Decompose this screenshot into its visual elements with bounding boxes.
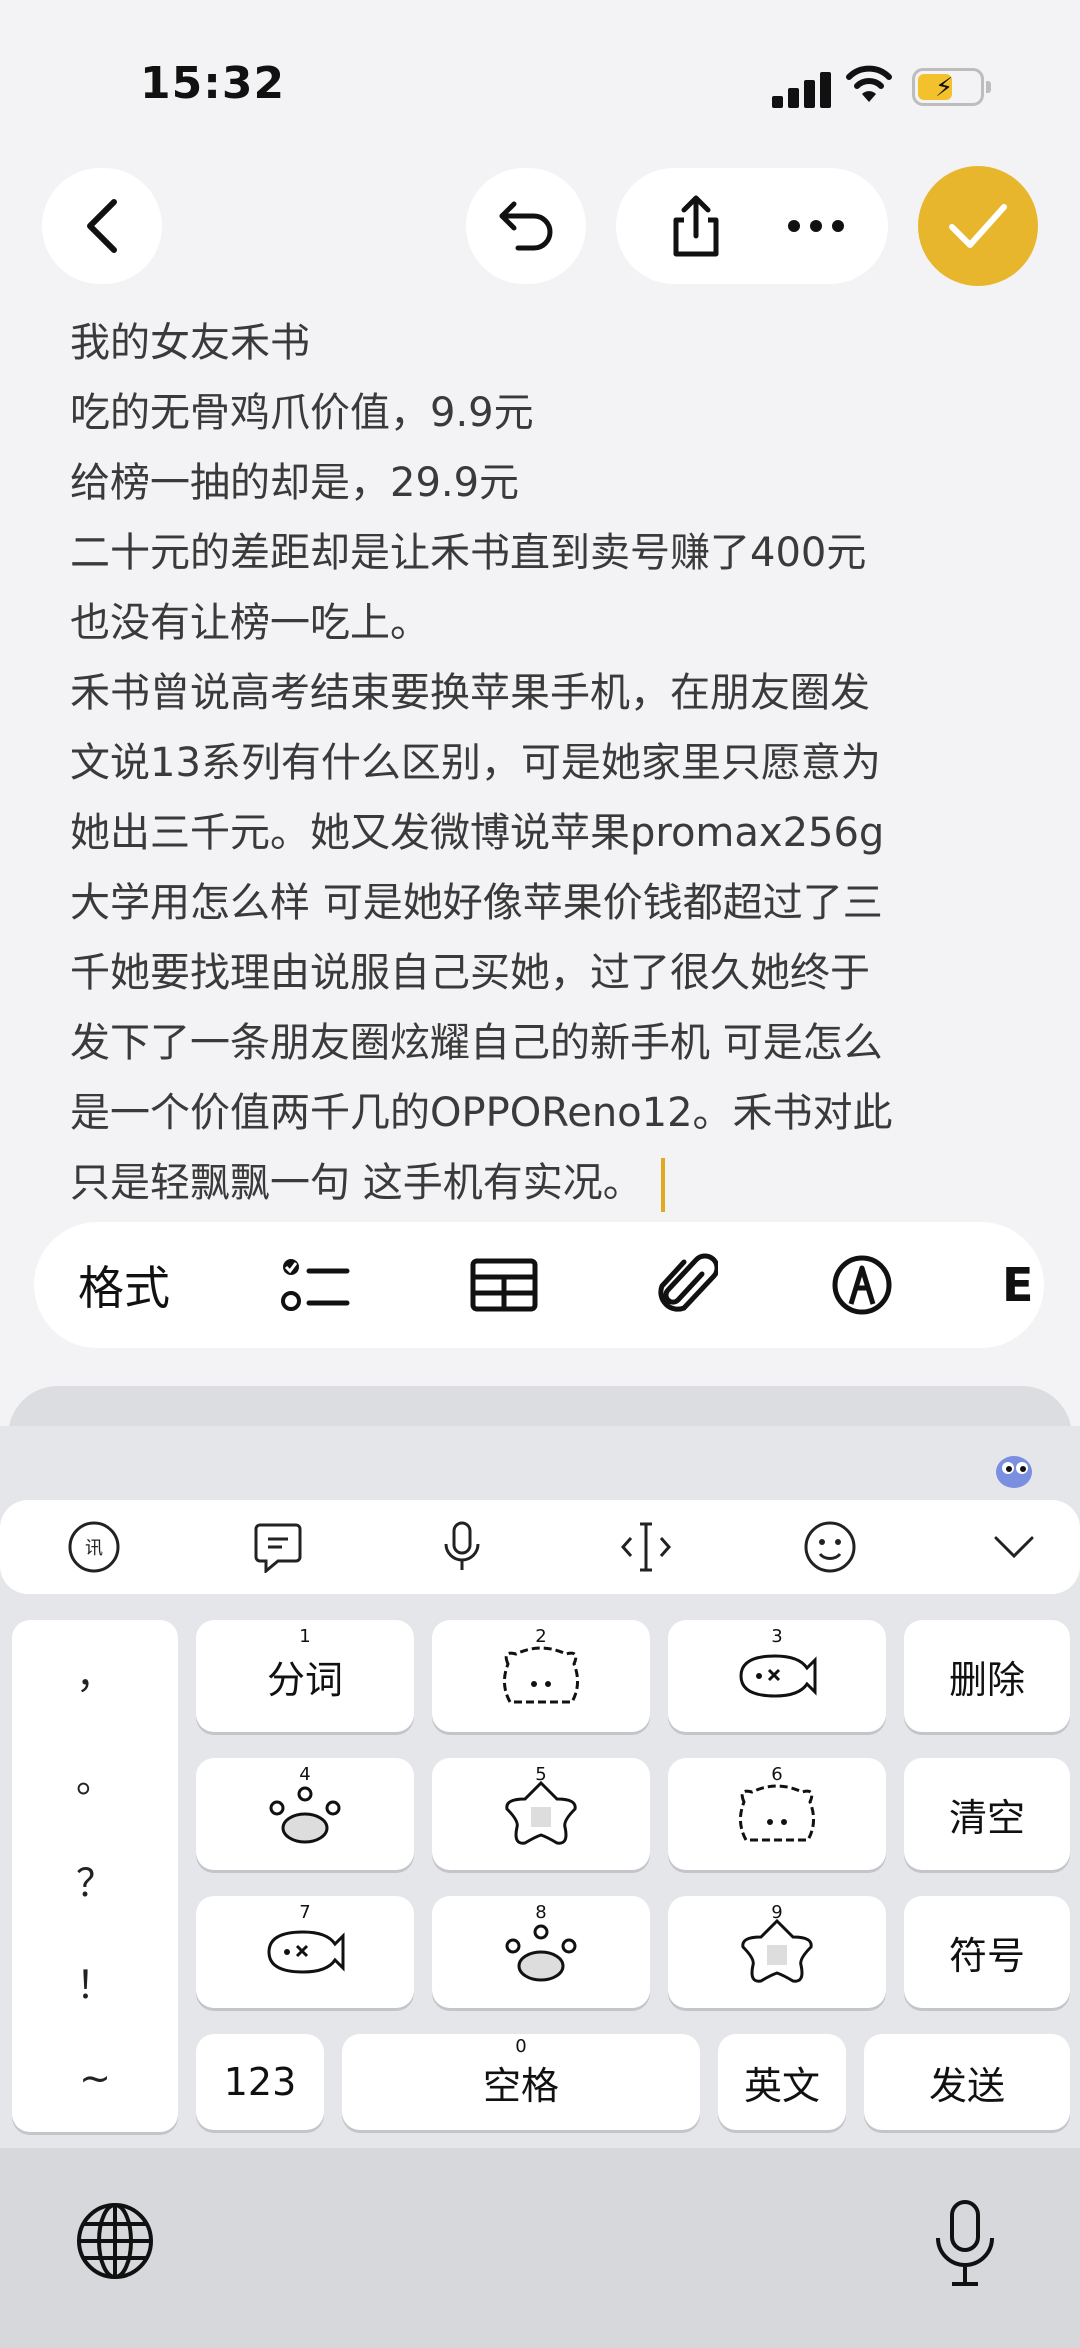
punct-exclaim[interactable]: ！ (12, 1954, 178, 2009)
note-line: 也没有让榜一吃上。 (70, 600, 430, 646)
svg-text:讯: 讯 (85, 1538, 103, 1559)
flower-icon (505, 1780, 577, 1845)
format-toolbar: 格式 E (34, 1222, 1044, 1348)
pen-circle-icon (832, 1255, 892, 1315)
table-icon (470, 1258, 538, 1312)
note-line: 给榜一抽的却是，29.9元 (70, 460, 520, 506)
punct-comma[interactable]: ， (12, 1644, 178, 1699)
text-caret (660, 1158, 665, 1212)
markup-button[interactable] (802, 1222, 922, 1348)
note-line: 吃的无骨鸡爪价值，9.9元 (70, 390, 534, 436)
delete-key[interactable]: 删除 (904, 1620, 1070, 1732)
status-bar: 15:32 ⚡ (0, 0, 1080, 150)
more-button[interactable] (766, 168, 866, 284)
cursor-move-button[interactable] (606, 1500, 686, 1594)
note-line: 文说13系列有什么区别，可是她家里只愿意为 (70, 740, 881, 786)
note-line: 我的女友禾书 (70, 320, 310, 366)
emoji-button[interactable] (790, 1500, 870, 1594)
wifi-icon (846, 65, 892, 102)
microphone-icon (936, 2200, 994, 2286)
checklist-icon (281, 1259, 350, 1311)
note-body[interactable]: 我的女友禾书 吃的无骨鸡爪价值，9.9元 给榜一抽的却是，29.9元 二十元的差… (70, 308, 1030, 1218)
key-fenci[interactable]: 1 分词 (196, 1620, 414, 1732)
undo-icon (499, 201, 553, 251)
flower-icon (741, 1918, 813, 1983)
key-2[interactable]: 2 (432, 1620, 650, 1732)
fish-face-icon (739, 1654, 817, 1698)
hide-keyboard-button[interactable] (974, 1500, 1054, 1594)
checkmark-icon (949, 204, 1007, 248)
note-line: 大学用怎么样 可是她好像苹果价钱都超过了三 (70, 880, 883, 926)
message-icon (254, 1523, 302, 1573)
punct-question[interactable]: ？ (12, 1852, 178, 1907)
battery-icon: ⚡ (912, 68, 991, 106)
space-key[interactable]: 0 空格 (342, 2034, 700, 2130)
share-button[interactable] (646, 168, 746, 284)
english-key[interactable]: 英文 (718, 2034, 846, 2130)
note-line-text: 只是轻飘飘一句 这手机有实况。 (70, 1160, 643, 1206)
keyboard-function-bar: 讯 (0, 1500, 1080, 1594)
key-9[interactable]: 9 (668, 1896, 886, 2008)
note-line: 发下了一条朋友圈炫耀自己的新手机 可是怎么 (70, 1020, 883, 1066)
ifly-logo-icon: 讯 (68, 1521, 120, 1573)
paw-icon (505, 1924, 577, 1982)
share-icon (673, 195, 719, 257)
note-line: 她出三千元。她又发微博说苹果promax256g (70, 810, 885, 856)
more-tools-button[interactable]: E (1002, 1222, 1044, 1348)
note-line: 是一个价值两千几的OPPOReno12。禾书对此 (70, 1090, 893, 1136)
bear-face-icon (739, 1784, 815, 1842)
chevron-down-icon (994, 1536, 1034, 1559)
numbers-key[interactable]: 123 (196, 2034, 324, 2130)
punct-period[interactable]: 。 (12, 1748, 178, 1803)
key-4[interactable]: 4 (196, 1758, 414, 1870)
bear-face-icon (503, 1646, 579, 1704)
globe-button[interactable] (72, 2198, 158, 2284)
status-time: 15:32 (140, 58, 286, 109)
note-line: 禾书曾说高考结束要换苹果手机，在朋友圈发 (70, 670, 870, 716)
attach-button[interactable] (628, 1222, 748, 1348)
key-7[interactable]: 7 (196, 1896, 414, 2008)
ifly-logo-button[interactable]: 讯 (54, 1500, 134, 1594)
globe-icon (77, 2203, 153, 2279)
note-line: 二十元的差距却是让禾书直到卖号赚了400元 (70, 530, 867, 576)
key-3[interactable]: 3 (668, 1620, 886, 1732)
fish-face-icon (267, 1930, 345, 1974)
signal-icon (772, 72, 834, 108)
symbol-key[interactable]: 符号 (904, 1896, 1070, 2008)
back-button[interactable] (42, 168, 162, 284)
format-button[interactable]: 格式 (64, 1222, 184, 1348)
clipboard-button[interactable] (238, 1500, 318, 1594)
keyboard-mascot-icon[interactable] (990, 1448, 1038, 1492)
punctuation-column: ， 。 ？ ！ ~ (12, 1620, 178, 2132)
note-line: 只是轻飘飘一句 这手机有实况。 (70, 1148, 1030, 1218)
note-line: 千她要找理由说服自己买她，过了很久她终于 (70, 950, 870, 996)
smiley-icon (804, 1521, 856, 1573)
dictation-button[interactable] (930, 2198, 1000, 2288)
done-button[interactable] (918, 166, 1038, 286)
more-icon (788, 220, 844, 232)
key-5[interactable]: 5 (432, 1758, 650, 1870)
key-8[interactable]: 8 (432, 1896, 650, 2008)
undo-button[interactable] (466, 168, 586, 284)
keyboard-bottom-bar (0, 2148, 1080, 2348)
paw-icon (269, 1786, 341, 1844)
microphone-icon (444, 1521, 480, 1570)
paperclip-icon (658, 1253, 718, 1312)
chevron-left-icon (87, 199, 117, 253)
share-more-group (616, 168, 888, 284)
voice-input-button[interactable] (422, 1500, 502, 1594)
table-button[interactable] (444, 1222, 564, 1348)
send-key[interactable]: 发送 (864, 2034, 1070, 2130)
cursor-icon (621, 1522, 671, 1572)
checklist-button[interactable] (256, 1222, 376, 1348)
key-6[interactable]: 6 (668, 1758, 886, 1870)
punct-tilde[interactable]: ~ (12, 2056, 178, 2100)
clear-key[interactable]: 清空 (904, 1758, 1070, 1870)
